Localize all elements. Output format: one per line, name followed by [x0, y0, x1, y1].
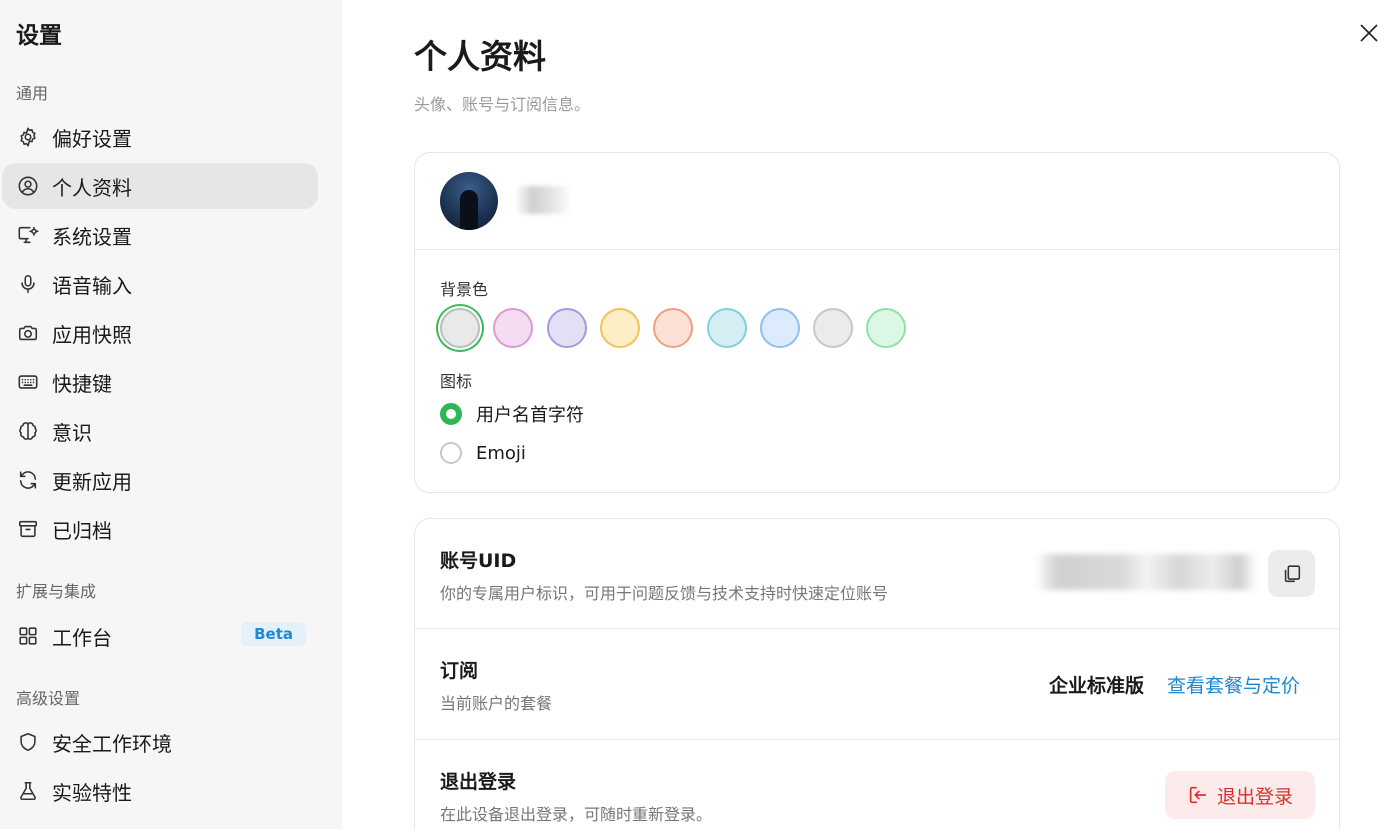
color-swatch[interactable]	[813, 308, 854, 348]
sidebar-item-profile[interactable]: 个人资料	[2, 163, 318, 209]
color-swatch[interactable]	[759, 308, 800, 348]
sidebar-item-experimental[interactable]: 实验特性	[2, 768, 318, 814]
color-swatch[interactable]	[599, 308, 640, 348]
close-button[interactable]	[1356, 20, 1382, 46]
sidebar-item-label: 安全工作环境	[52, 731, 172, 756]
sidebar-item-label: 个人资料	[52, 175, 132, 200]
gear-icon	[16, 125, 40, 149]
sidebar-item-label: 工作台	[52, 625, 112, 650]
sidebar-item-label: 意识	[52, 420, 92, 445]
sidebar-item-label: 快捷键	[52, 371, 112, 396]
logout-button[interactable]: 退出登录	[1165, 771, 1315, 819]
camera-icon	[16, 321, 40, 345]
sidebar-item-shortcuts[interactable]: 快捷键	[2, 359, 318, 405]
sidebar-item-label: 更新应用	[52, 469, 132, 494]
monitor-gear-icon	[16, 223, 40, 247]
sidebar-item-system[interactable]: 系统设置	[2, 212, 318, 258]
sidebar-item-label: 语音输入	[52, 273, 132, 298]
keyboard-icon	[16, 370, 40, 394]
sidebar-item-update-app[interactable]: 更新应用	[2, 457, 318, 503]
divider	[415, 628, 1339, 629]
view-plans-link[interactable]: 查看套餐与定价	[1167, 671, 1300, 698]
radio-label: Emoji	[476, 442, 526, 464]
user-circle-icon	[16, 174, 40, 198]
shield-icon	[16, 730, 40, 754]
divider	[415, 249, 1339, 250]
sidebar-item-secure-workspace[interactable]: 安全工作环境	[2, 719, 318, 765]
uid-description: 你的专属用户标识，可用于问题反馈与技术支持时快速定位账号	[440, 584, 889, 603]
plan-name: 企业标准版	[1049, 675, 1145, 697]
icon-label: 图标	[440, 372, 473, 391]
uid-title: 账号UID	[440, 550, 517, 572]
logout-icon	[1189, 786, 1207, 804]
divider	[415, 739, 1339, 740]
color-swatch[interactable]	[546, 308, 587, 348]
microphone-icon	[16, 272, 40, 296]
sidebar-item-label: 应用快照	[52, 322, 132, 347]
brain-icon	[16, 419, 40, 443]
username-redacted	[517, 186, 569, 214]
copy-uid-button[interactable]	[1268, 550, 1315, 597]
logout-description: 在此设备退出登录，可随时重新登录。	[440, 805, 713, 824]
subscription-description: 当前账户的套餐	[440, 694, 553, 713]
account-card: 账号UID 你的专属用户标识，可用于问题反馈与技术支持时快速定位账号 订阅 当前…	[414, 518, 1340, 829]
archive-icon	[16, 517, 40, 541]
sidebar-item-app-snapshot[interactable]: 应用快照	[2, 310, 318, 356]
sidebar-title: 设置	[16, 23, 62, 49]
close-icon	[1360, 24, 1378, 42]
sidebar-item-workbench[interactable]: 工作台 Beta	[2, 613, 318, 659]
sidebar-item-voice-input[interactable]: 语音输入	[2, 261, 318, 307]
color-swatch[interactable]	[706, 308, 747, 348]
sidebar-item-label: 偏好设置	[52, 126, 132, 151]
section-label-extensions: 扩展与集成	[16, 582, 97, 601]
radio-emoji[interactable]: Emoji	[440, 442, 526, 464]
sidebar: 设置 通用 偏好设置 个人资料 系统设置 语音输入 应用快照 快捷键 意识 更新…	[0, 0, 342, 829]
radio-unchecked[interactable]	[440, 442, 462, 464]
copy-icon	[1284, 564, 1300, 582]
grid-icon	[16, 624, 40, 648]
avatar[interactable]	[440, 172, 498, 230]
sidebar-item-label: 已归档	[52, 518, 112, 543]
logout-title: 退出登录	[440, 771, 517, 793]
page-subtitle: 头像、账号与订阅信息。	[414, 95, 591, 114]
color-swatch-selected[interactable]	[440, 308, 480, 348]
color-swatch[interactable]	[653, 308, 694, 348]
sidebar-item-label: 系统设置	[52, 224, 132, 249]
radio-checked[interactable]	[440, 403, 462, 425]
background-color-label: 背景色	[440, 280, 489, 299]
page-title: 个人资料	[414, 37, 546, 76]
radio-username-initial[interactable]: 用户名首字符	[440, 401, 584, 427]
color-swatch[interactable]	[493, 308, 534, 348]
sidebar-item-archived[interactable]: 已归档	[2, 506, 318, 552]
flask-icon	[16, 779, 40, 803]
uid-value-redacted	[1035, 554, 1257, 590]
radio-label: 用户名首字符	[476, 405, 584, 426]
sidebar-item-label: 实验特性	[52, 780, 132, 805]
section-label-advanced: 高级设置	[16, 689, 81, 708]
avatar-silhouette	[460, 190, 478, 230]
section-label-general: 通用	[16, 84, 49, 103]
beta-badge: Beta	[241, 622, 306, 646]
sidebar-item-preferences[interactable]: 偏好设置	[2, 114, 318, 160]
sidebar-item-awareness[interactable]: 意识	[2, 408, 318, 454]
color-swatch[interactable]	[866, 308, 907, 348]
refresh-icon	[16, 468, 40, 492]
subscription-title: 订阅	[440, 660, 479, 682]
logout-button-label: 退出登录	[1216, 785, 1293, 808]
profile-card: 背景色 图标 用户名首字符 Emoji	[414, 152, 1340, 493]
